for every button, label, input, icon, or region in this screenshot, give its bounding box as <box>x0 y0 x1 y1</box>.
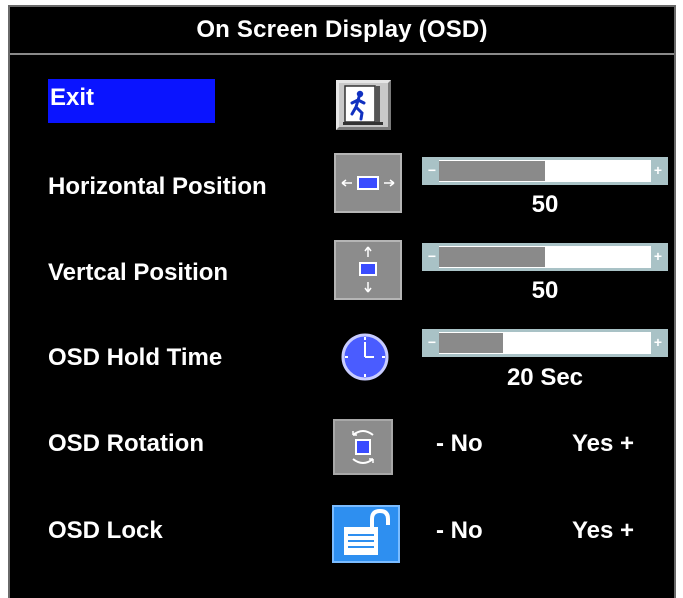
menu-item-osd-rotation[interactable]: OSD Rotation <box>48 430 204 458</box>
osd-lock-no-option[interactable]: - No <box>436 517 483 545</box>
vertical-position-slider[interactable]: − + <box>422 243 668 271</box>
osd-rotation-yes-option[interactable]: Yes + <box>572 430 634 458</box>
vertical-position-value: 50 <box>531 277 559 304</box>
slider-plus-icon[interactable]: + <box>651 160 665 182</box>
osd-title-bar: On Screen Display (OSD) <box>10 7 674 55</box>
slider-plus-icon[interactable]: + <box>651 246 665 268</box>
rotation-icon <box>333 419 393 475</box>
exit-door-icon[interactable] <box>336 80 391 130</box>
slider-fill <box>439 247 545 267</box>
horizontal-arrows-icon <box>334 153 402 213</box>
osd-title: On Screen Display (OSD) <box>196 16 488 43</box>
slider-minus-icon[interactable]: − <box>425 332 439 354</box>
osd-hold-time-slider[interactable]: − + <box>422 329 668 357</box>
osd-rotation-no-option[interactable]: - No <box>436 430 483 458</box>
vertical-arrows-icon <box>334 240 402 300</box>
osd-window: On Screen Display (OSD) Exit Horizontal … <box>8 5 676 598</box>
slider-fill <box>439 333 503 353</box>
slider-minus-icon[interactable]: − <box>425 160 439 182</box>
menu-item-vertical-position[interactable]: Vertcal Position <box>48 259 228 287</box>
menu-item-exit[interactable]: Exit <box>48 79 215 123</box>
slider-minus-icon[interactable]: − <box>425 246 439 268</box>
menu-item-horizontal-position[interactable]: Horizontal Position <box>48 173 267 201</box>
osd-hold-time-value: 20 Sec <box>506 364 584 391</box>
slider-plus-icon[interactable]: + <box>651 332 665 354</box>
slider-fill <box>439 161 545 181</box>
menu-item-osd-hold-time[interactable]: OSD Hold Time <box>48 344 222 372</box>
menu-item-osd-lock[interactable]: OSD Lock <box>48 517 163 545</box>
horizontal-position-slider[interactable]: − + <box>422 157 668 185</box>
clock-icon <box>340 332 390 382</box>
horizontal-position-value: 50 <box>531 191 559 218</box>
osd-lock-yes-option[interactable]: Yes + <box>572 517 634 545</box>
padlock-open-icon <box>332 505 400 563</box>
